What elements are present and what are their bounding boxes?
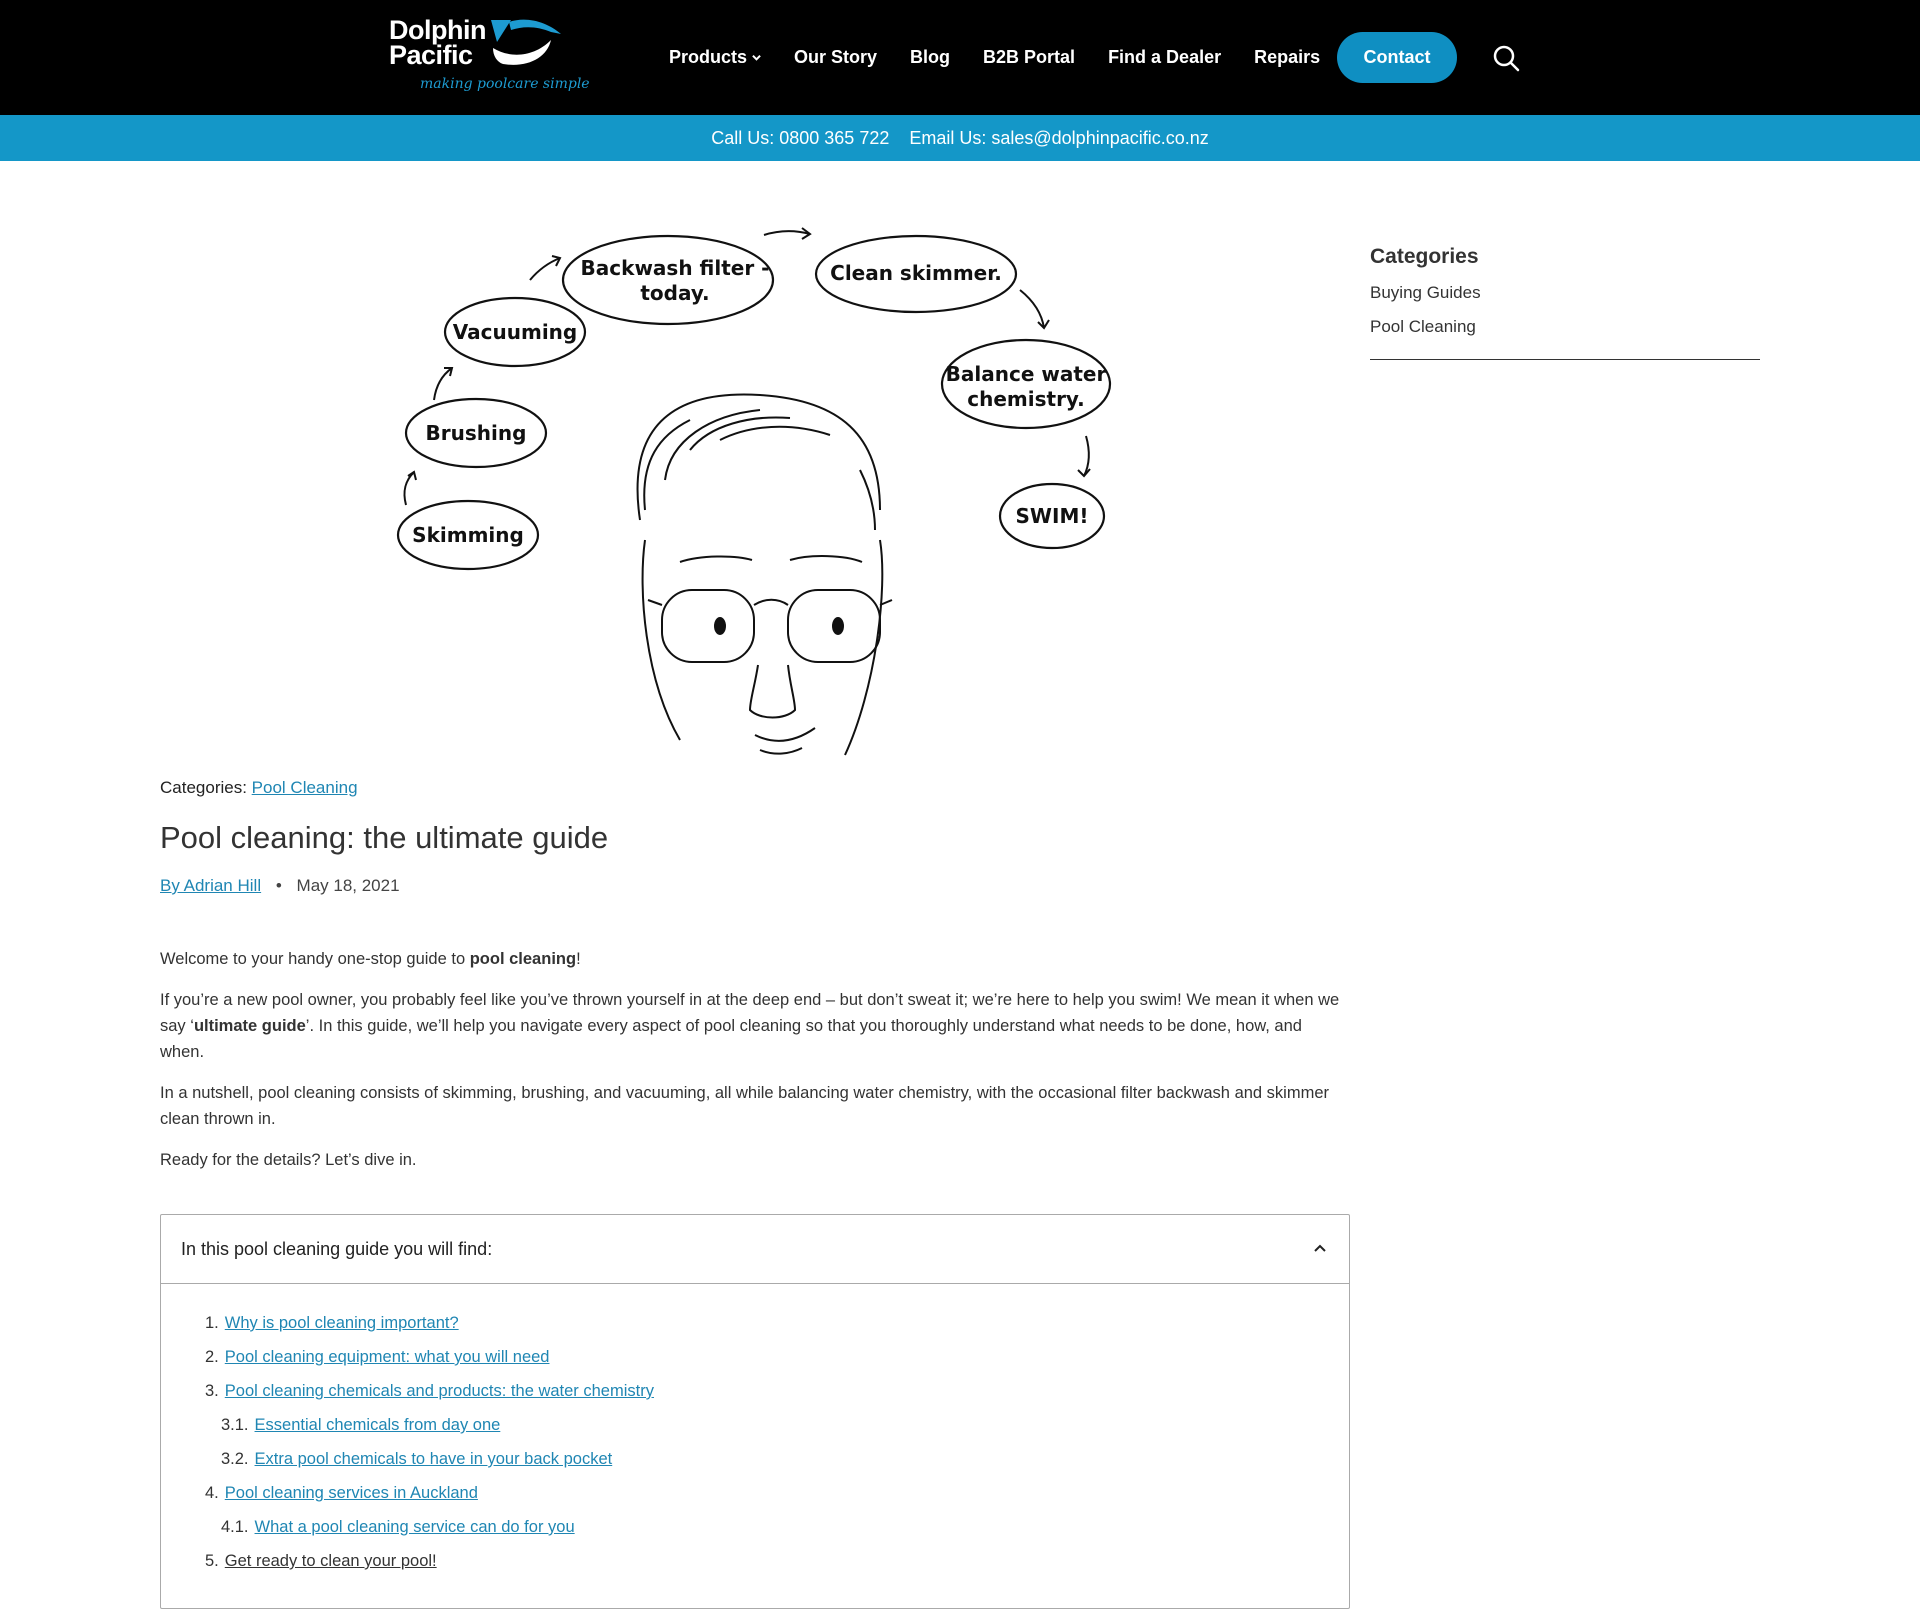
bubble-vacuuming: Vacuuming [453,320,577,344]
toc-item: 4. Pool cleaning services in Auckland [205,1484,478,1502]
sidebar-item-pool-cleaning[interactable]: Pool Cleaning [1370,317,1760,337]
sidebar-title: Categories [1370,245,1479,268]
nav-repairs[interactable]: Repairs [1254,47,1320,68]
nav-b2b-portal[interactable]: B2B Portal [983,47,1075,68]
toc-toggle[interactable]: In this pool cleaning guide you will fin… [161,1215,1349,1284]
toc-link[interactable]: Pool cleaning equipment: what you will n… [225,1348,550,1366]
nav-our-story[interactable]: Our Story [794,47,877,68]
nav-products[interactable]: Products [669,47,761,68]
bubble-brushing: Brushing [426,421,527,445]
sidebar: Categories Buying Guides Pool Cleaning [1370,245,1760,360]
bubble-swim: SWIM! [1016,504,1089,528]
toc-subitem: 3.2. Extra pool chemicals to have in your… [221,1450,613,1468]
main-nav: Products Our Story Blog B2B Portal Find … [669,32,1353,82]
sidebar-item-buying-guides[interactable]: Buying Guides [1370,283,1760,303]
toc-link[interactable]: Get ready to clean your pool! [225,1552,437,1570]
chevron-down-icon [752,54,761,61]
site-header: Dolphin Pacific making poolcare simple P… [0,0,1920,115]
toc-subitem: 4.1. What a pool cleaning service can do … [221,1518,575,1536]
contact-button[interactable]: Contact [1337,32,1457,83]
bubble-clean-skimmer: Clean skimmer. [830,261,1002,285]
article-body: Welcome to your handy one-stop guide to … [160,946,1350,1173]
paragraph-4: Ready for the details? Let’s dive in. [160,1151,417,1169]
category-line: Categories: Pool Cleaning [160,778,1350,798]
toc-link[interactable]: Essential chemicals from day one [255,1416,501,1434]
toc-heading: In this pool cleaning guide you will fin… [181,1238,493,1259]
toc-list: 1. Why is pool cleaning important? 2. Pool… [161,1284,1349,1578]
nav-blog[interactable]: Blog [910,47,950,68]
post-date: May 18, 2021 [296,876,400,895]
logo-tagline: making poolcare simple [420,76,590,92]
byline-separator: • [275,876,282,895]
toc-item: 3. Pool cleaning chemicals and products: … [205,1382,654,1400]
logo-wordmark: Dolphin Pacific [389,17,486,70]
logo-line-2: Pacific [389,40,473,70]
sidebar-divider [1370,359,1760,360]
nav-products-label: Products [669,46,748,67]
toc-link[interactable]: Why is pool cleaning important? [225,1314,459,1332]
toc-item: 1. Why is pool cleaning important? [205,1314,459,1332]
toc-link[interactable]: Pool cleaning chemicals and products: th… [225,1382,654,1400]
byline: By Adrian Hill • May 18, 2021 [160,876,1350,896]
paragraph-3: In a nutshell, pool cleaning consists of… [160,1084,1330,1128]
phone-link[interactable]: Call Us: 0800 365 722 [711,128,889,149]
bubble-backwash-2: today. [640,281,709,305]
search-icon[interactable] [1492,44,1520,72]
article: Categories: Pool Cleaning Pool cleaning:… [160,778,1350,1188]
nav-find-a-dealer[interactable]: Find a Dealer [1108,47,1221,68]
pool-cleaning-illustration: Skimming Brushing Vacuuming Backwash fil… [396,227,1112,756]
article-title: Pool cleaning: the ultimate guide [160,820,609,855]
dolphin-logo-icon [491,19,561,65]
toc-link[interactable]: Pool cleaning services in Auckland [225,1484,478,1502]
intro-paragraph: Welcome to your handy one-stop guide to … [160,950,581,968]
toc-item: 5. Get ready to clean your pool! [205,1552,437,1570]
category-link[interactable]: Pool Cleaning [252,778,358,797]
bubble-backwash-1: Backwash filter - [581,256,770,280]
bubble-balance-1: Balance water [946,362,1107,386]
bubble-balance-2: chemistry. [967,387,1084,411]
site-logo[interactable]: Dolphin Pacific making poolcare simple [389,17,590,98]
email-link[interactable]: Email Us: sales@dolphinpacific.co.nz [909,128,1208,149]
paragraph-2: If you’re a new pool owner, you probably… [160,991,1340,1061]
categories-label: Categories: [160,778,247,797]
toc-link[interactable]: What a pool cleaning service can do for … [255,1518,575,1536]
chevron-up-icon[interactable] [1311,1239,1329,1257]
toc-link[interactable]: Extra pool chemicals to have in your bac… [255,1450,613,1468]
table-of-contents: In this pool cleaning guide you will fin… [160,1214,1350,1609]
author-link[interactable]: By Adrian Hill [160,876,261,895]
toc-item: 2. Pool cleaning equipment: what you will… [205,1348,550,1366]
toc-subitem: 3.1. Essential chemicals from day one [221,1416,501,1434]
contact-info-bar: Call Us: 0800 365 722 Email Us: sales@do… [0,115,1920,161]
bubble-skimming: Skimming [412,523,524,547]
